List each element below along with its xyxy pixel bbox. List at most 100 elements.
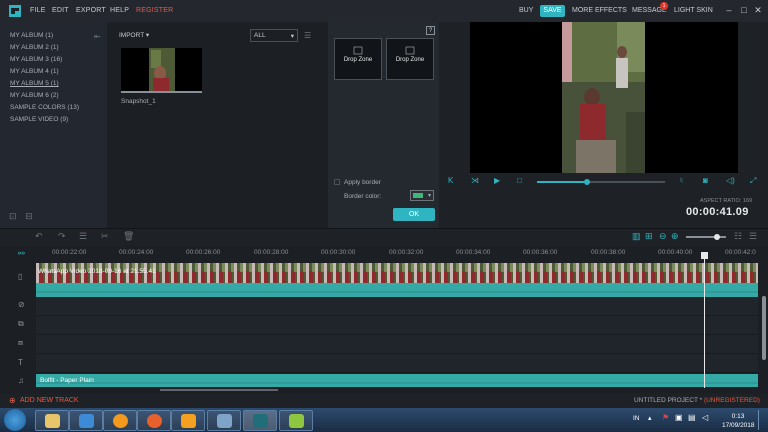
timeline-ruler[interactable] [0, 246, 768, 260]
audio-mixer-icon[interactable]: ▥ [632, 231, 641, 242]
taskbar-uc-browser[interactable] [171, 410, 205, 431]
album-settings-icon[interactable]: ⊟ [25, 211, 33, 221]
clock[interactable]: 0:13 17/09/2018 [722, 412, 755, 430]
album-item[interactable]: SAMPLE COLORS (13) [10, 104, 79, 111]
element-track-icon: ⧈ [18, 338, 24, 347]
clock-date: 17/09/2018 [722, 422, 755, 429]
collapse-arrow-icon[interactable]: ⇤ [94, 32, 101, 41]
track-row[interactable] [36, 316, 758, 335]
drop-zone-2[interactable]: Drop Zone [386, 38, 434, 80]
timeline-horizontal-scrollbar[interactable] [160, 389, 278, 391]
menu-register[interactable]: REGISTER [136, 7, 173, 14]
help-icon[interactable]: ? [426, 26, 435, 35]
video-clip-label: WhatsApp Video 2018-09-16 at 21.55.41 [38, 268, 156, 275]
media-thumbnail[interactable] [121, 48, 202, 93]
video-audio-waveform[interactable] [36, 283, 758, 297]
music-waveform [36, 382, 758, 384]
zoom-slider[interactable] [686, 234, 726, 240]
media-filter-select[interactable]: ALL ▾ [250, 29, 298, 42]
zoom-handle[interactable] [714, 234, 720, 240]
album-item[interactable]: MY ALBUM 4 (1) [10, 68, 59, 75]
music-clip[interactable] [36, 374, 758, 387]
taskbar-vlc[interactable] [279, 410, 313, 431]
taskbar-media-player[interactable] [69, 410, 103, 431]
fullscreen-icon[interactable]: ⤢ [750, 176, 756, 186]
taskbar-app[interactable] [103, 410, 137, 431]
snap-icon[interactable]: ⚯ [18, 249, 25, 258]
save-button[interactable]: SAVE [540, 5, 565, 17]
light-skin-button[interactable]: LIGHT SKIN [674, 7, 713, 14]
video-track-icon: ▯ [18, 272, 23, 281]
power-icon[interactable]: ▣ [675, 413, 683, 422]
progress-handle[interactable] [583, 179, 590, 185]
list-view-icon[interactable]: ☰ [304, 31, 311, 40]
stop-icon[interactable]: □ [517, 176, 522, 185]
ruler-tick: 00:00:26:00 [186, 249, 221, 256]
language-indicator[interactable]: IN [633, 415, 640, 422]
minimize-icon[interactable]: – [724, 5, 734, 15]
track-row[interactable] [36, 354, 758, 373]
volume-icon[interactable]: ◁) [726, 176, 735, 185]
album-item[interactable]: MY ALBUM (1) [10, 32, 53, 39]
timecode-display: 00:00:41.09 [686, 206, 749, 218]
add-new-track-button[interactable]: ADD NEW TRACK [20, 397, 79, 404]
maximize-icon[interactable]: □ [739, 5, 749, 15]
cut-icon[interactable]: ✂ [101, 231, 109, 242]
undo-icon[interactable]: ↶ [35, 231, 43, 242]
zoom-in-icon[interactable]: ⊕ [671, 231, 679, 242]
snapshot-icon[interactable]: ◙ [703, 176, 708, 185]
music-track-icon: ♫ [18, 376, 24, 385]
play-icon[interactable]: ▶ [494, 176, 500, 185]
apply-border-checkbox[interactable] [334, 179, 340, 185]
timeline-vertical-scrollbar[interactable] [762, 296, 766, 360]
volume-tray-icon[interactable]: ◁ [702, 413, 708, 422]
timeline-settings-icon[interactable]: ☰ [749, 231, 757, 242]
show-desktop-button[interactable] [758, 410, 766, 430]
album-item-selected[interactable]: MY ALBUM 5 (1) [10, 80, 59, 87]
redo-icon[interactable]: ↷ [58, 231, 66, 242]
prev-frame-icon[interactable]: ⋊ [471, 176, 479, 185]
delete-icon[interactable]: 🗑 [123, 231, 134, 242]
album-item[interactable]: MY ALBUM 3 (16) [10, 56, 62, 63]
video-frame-image [562, 22, 645, 173]
track-manager-icon[interactable]: ☷ [734, 231, 742, 242]
import-button[interactable]: IMPORT ▾ [119, 31, 149, 39]
album-item[interactable]: MY ALBUM 6 (2) [10, 92, 59, 99]
menu-file[interactable]: FILE [30, 7, 46, 14]
close-icon[interactable]: ✕ [753, 5, 763, 15]
ruler-tick: 00:00:28:00 [254, 249, 289, 256]
add-track-icon[interactable]: ⊕ [9, 396, 16, 405]
skip-back-icon[interactable]: K [448, 176, 453, 185]
taskbar-firefox[interactable] [137, 410, 171, 431]
more-effects-button[interactable]: MORE EFFECTS [572, 7, 627, 14]
menu-export[interactable]: EXPORT [76, 7, 106, 14]
drop-zone-1[interactable]: Drop Zone [334, 38, 382, 80]
add-folder-icon[interactable]: ⊡ [9, 211, 17, 221]
border-color-picker[interactable]: ▾ [410, 190, 434, 201]
tray-expand-icon[interactable]: ▴ [648, 414, 652, 422]
menu-help[interactable]: HELP [110, 7, 129, 14]
properties-icon[interactable]: ☰ [79, 231, 87, 242]
track-row[interactable] [36, 297, 758, 316]
ok-button[interactable]: OK [393, 208, 435, 221]
firefox-icon [147, 414, 162, 428]
preview-video-frame [562, 22, 645, 173]
flag-icon[interactable]: ⚑ [662, 413, 669, 422]
overlay-track-icon: ⧉ [18, 319, 24, 328]
album-item[interactable]: MY ALBUM 2 (1) [10, 44, 59, 51]
taskbar-filmora[interactable] [243, 410, 277, 431]
timeline-toolbar [0, 228, 768, 246]
marker-icon[interactable]: ⊞ [645, 231, 653, 242]
taskbar-network[interactable] [207, 410, 241, 431]
zoom-out-icon[interactable]: ⊖ [659, 231, 667, 242]
playhead[interactable] [704, 252, 705, 388]
preview-progress-bar[interactable] [537, 179, 665, 185]
microphone-icon[interactable]: ♮ [680, 176, 683, 185]
network-tray-icon[interactable]: ▤ [688, 413, 696, 422]
album-item[interactable]: SAMPLE VIDEO (9) [10, 116, 68, 123]
menu-edit[interactable]: EDIT [52, 7, 69, 14]
taskbar-explorer[interactable] [35, 410, 69, 431]
start-button[interactable] [4, 409, 26, 431]
buy-button[interactable]: BUY [519, 7, 533, 14]
track-row[interactable] [36, 335, 758, 354]
